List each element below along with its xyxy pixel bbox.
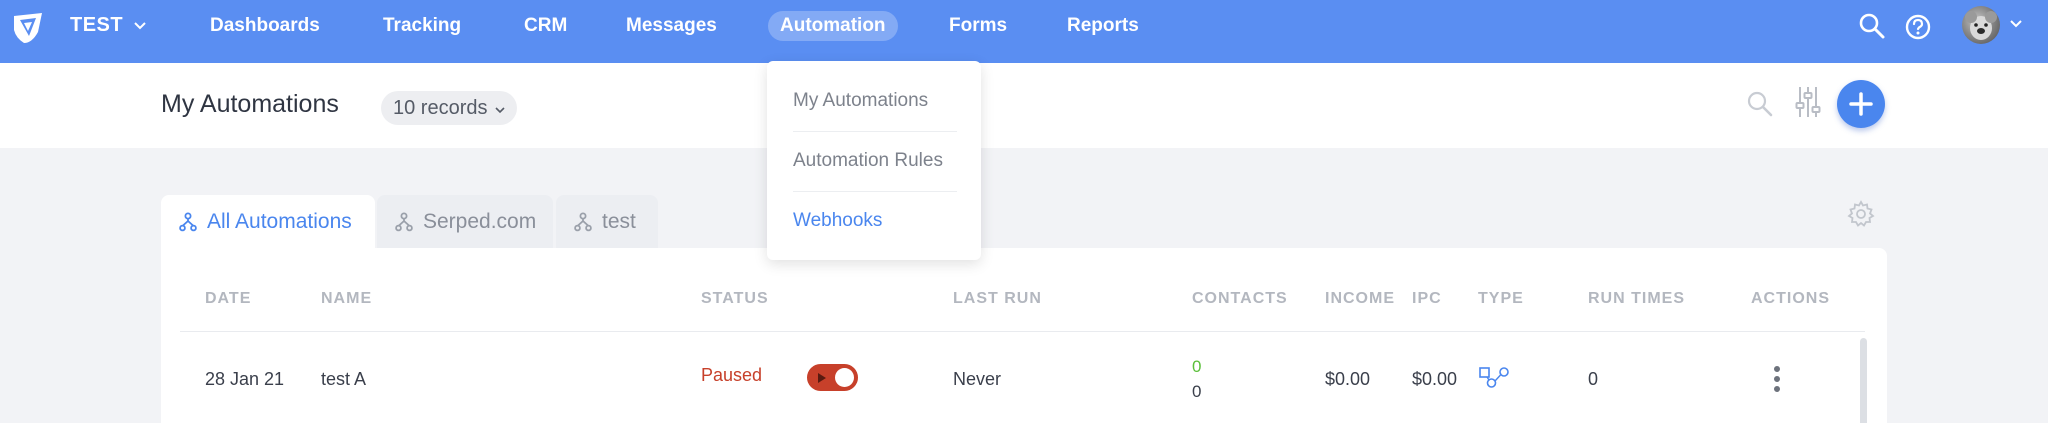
filter-sliders-icon[interactable] (1795, 85, 1821, 119)
contacts-active: 0 (1192, 357, 1202, 376)
nav-tracking[interactable]: Tracking (371, 11, 473, 41)
col-contacts[interactable]: CONTACTS (1192, 290, 1288, 308)
tab-label: Serped.com (423, 209, 537, 233)
avatar[interactable] (1962, 6, 2000, 44)
add-automation-button[interactable] (1837, 80, 1885, 128)
records-count: 10 records (393, 97, 488, 119)
workspace-name: TEST (70, 14, 124, 36)
col-income[interactable]: INCOME (1325, 290, 1395, 308)
tab-label: test (602, 209, 636, 233)
nav-crm[interactable]: CRM (512, 11, 579, 41)
gear-icon[interactable] (1846, 199, 1876, 229)
menu-item-automation-rules[interactable]: Automation Rules (793, 131, 957, 191)
col-run-times[interactable]: RUN TIMES (1588, 290, 1685, 308)
automation-flow-icon (574, 212, 592, 231)
workspace-selector[interactable]: TEST (70, 14, 147, 37)
automation-flow-icon (179, 212, 197, 231)
plus-icon (1849, 92, 1873, 116)
contacts-total: 0 (1192, 382, 1202, 401)
menu-item-my-automations[interactable]: My Automations (793, 71, 957, 131)
menu-item-webhooks[interactable]: Webhooks (793, 191, 957, 251)
search-icon[interactable] (1746, 90, 1774, 118)
col-type[interactable]: TYPE (1478, 290, 1524, 308)
automation-dropdown-menu: My Automations Automation Rules Webhooks (767, 61, 981, 260)
records-dropdown[interactable]: 10 records (381, 91, 518, 125)
automation-flow-icon (395, 212, 413, 231)
row-last-run: Never (953, 369, 1002, 389)
search-icon[interactable] (1858, 12, 1886, 40)
tab-test[interactable]: test (556, 195, 658, 248)
nav-dashboards[interactable]: Dashboards (198, 11, 332, 41)
chevron-down-icon[interactable] (2010, 20, 2022, 28)
header-divider (180, 331, 1865, 332)
nav-messages[interactable]: Messages (614, 11, 729, 41)
row-income: $0.00 (1325, 369, 1371, 389)
row-ipc: $0.00 (1412, 369, 1458, 389)
col-status[interactable]: STATUS (701, 290, 769, 308)
table-scrollbar[interactable] (1860, 338, 1867, 423)
row-date: 28 Jan 21 (205, 369, 285, 389)
nav-automation[interactable]: Automation (768, 11, 898, 41)
status-badge: Paused (701, 365, 763, 385)
automations-table (161, 248, 1887, 423)
col-last-run[interactable]: LAST RUN (953, 290, 1042, 308)
page-header: My Automations 10 records (0, 63, 2048, 148)
col-date[interactable]: DATE (205, 290, 251, 308)
col-name[interactable]: NAME (321, 290, 372, 308)
page-title: My Automations (161, 90, 339, 118)
nav-forms[interactable]: Forms (937, 11, 1019, 41)
automation-type-icon (1479, 367, 1509, 388)
row-run-times: 0 (1588, 369, 1599, 389)
tab-all-automations[interactable]: All Automations (161, 195, 375, 248)
tab-serped[interactable]: Serped.com (377, 195, 553, 248)
play-icon (818, 373, 826, 383)
status-toggle[interactable] (807, 364, 858, 391)
help-icon[interactable] (1904, 13, 1932, 41)
more-vertical-icon[interactable] (1770, 364, 1784, 394)
col-ipc[interactable]: IPC (1412, 290, 1442, 308)
row-name[interactable]: test A (321, 369, 366, 390)
chevron-down-icon (495, 107, 505, 114)
col-actions: ACTIONS (1751, 290, 1830, 307)
chevron-down-icon (134, 21, 146, 29)
logo-icon[interactable] (10, 10, 46, 46)
top-nav: TEST Dashboards Tracking CRM Messages Au… (0, 0, 2048, 63)
nav-reports[interactable]: Reports (1055, 11, 1151, 41)
tab-label: All Automations (207, 209, 352, 233)
toggle-knob (835, 368, 854, 387)
